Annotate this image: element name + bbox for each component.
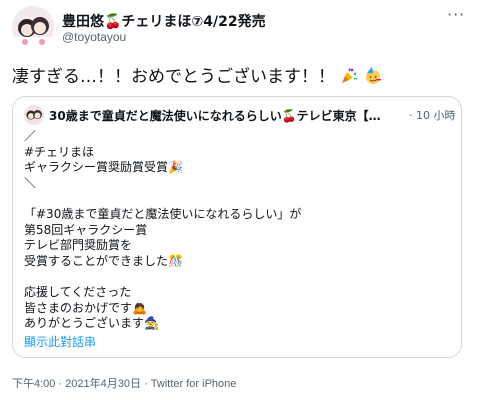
quoted-line: ギャラクシー賞奨励賞受賞🎉 xyxy=(24,160,183,175)
quoted-tweet-card[interactable]: 30歳まで童貞だと魔法使いになれるらしい🍒テレビ東京【… · 10 小時 ／ #… xyxy=(12,96,462,358)
author-avatar-illustration-icon xyxy=(12,6,54,48)
tweet: 豊田悠🍒チェリまほ⑦4/22発売 @toyotayou ··· 凄すぎる…！！お… xyxy=(0,0,478,400)
author-avatar[interactable] xyxy=(12,6,54,48)
quoted-avatar-icon xyxy=(24,105,44,125)
quoted-line: ／ xyxy=(24,129,37,143)
quoted-line: 応援してくださった xyxy=(24,284,132,299)
show-thread-link[interactable]: 顯示此對話串 xyxy=(24,333,96,350)
quoted-line: #チェリまほ xyxy=(24,144,95,159)
party-popper-icon xyxy=(340,67,358,85)
quoted-line: 皆さまのおかげです🙇 xyxy=(24,300,147,315)
quoted-line: 受賞することができました🎊 xyxy=(24,253,183,268)
author-username[interactable]: @toyotayou xyxy=(62,30,126,44)
more-options-icon[interactable]: ··· xyxy=(447,7,469,24)
quoted-line xyxy=(24,269,301,285)
quoted-timestamp[interactable]: · 10 小時 xyxy=(409,107,456,123)
quoted-line: 「#30歳まで童貞だと魔法使いになれるらしい」が xyxy=(24,206,302,221)
tweet-meta[interactable]: 下午4:00 · 2021年4月30日 · Twitter for iPhone xyxy=(12,375,236,391)
quoted-author-name[interactable]: 30歳まで童貞だと魔法使いになれるらしい🍒テレビ東京【… xyxy=(49,107,409,124)
tweet-text-content: 凄すぎる…！！おめでとうございます！！ xyxy=(12,67,335,87)
quoted-tweet-body: ／ #チェリまほ ギャラクシー賞奨励賞受賞🎉 ＼ 「#30歳まで童貞だと魔法使い… xyxy=(24,129,301,332)
quoted-line xyxy=(24,191,301,207)
quoted-line: 第58回ギャラクシー賞 xyxy=(24,222,148,237)
author-display-name[interactable]: 豊田悠🍒チェリまほ⑦4/22発売 xyxy=(62,11,266,31)
quoted-line: ありがとうございます🧙 xyxy=(24,316,159,331)
partying-face-icon xyxy=(364,67,382,85)
tweet-text: 凄すぎる…！！おめでとうございます！！ xyxy=(12,62,382,87)
quoted-author-avatar[interactable] xyxy=(24,105,44,125)
quoted-line: ＼ xyxy=(24,175,37,190)
quoted-line: テレビ部門奨励賞を xyxy=(24,238,133,253)
